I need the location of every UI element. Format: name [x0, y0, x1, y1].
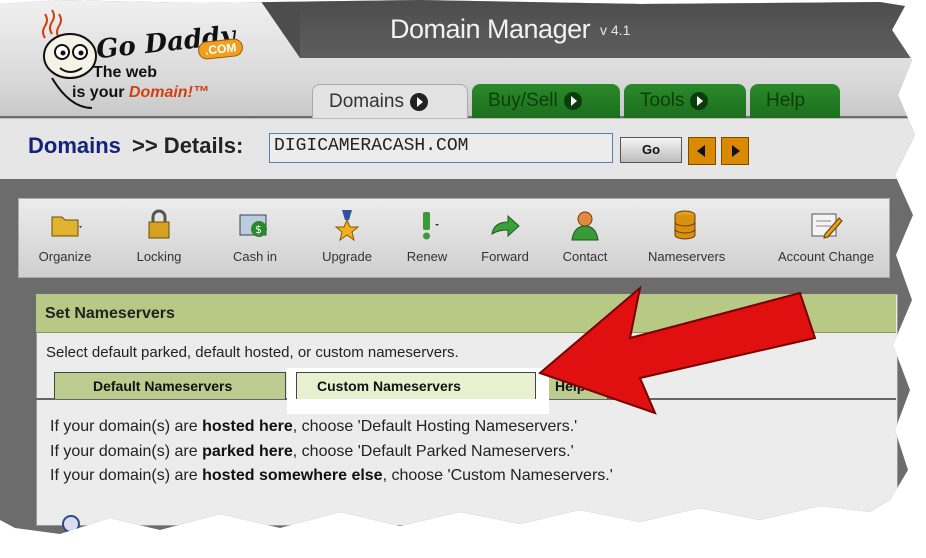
contact-person-icon — [571, 211, 599, 241]
toolbar-locking-button[interactable]: Locking — [122, 208, 196, 264]
red-annotation-arrow-icon — [538, 285, 817, 415]
tab-custom-nameservers[interactable]: Custom Nameservers — [296, 372, 536, 399]
toolbar-account-change-button[interactable]: Account Change — [776, 208, 876, 264]
toolbar-label: Contact — [562, 249, 608, 264]
breadcrumb-details: >> Details: — [132, 133, 244, 158]
tab-label: Tools — [640, 90, 685, 111]
toolbar-label: Forward — [481, 249, 529, 264]
play-arrow-icon — [409, 92, 428, 111]
domain-input[interactable]: DIGICAMERACASH.COM — [269, 133, 613, 163]
database-icon — [674, 210, 696, 240]
panel-description: Select default parked, default hosted, o… — [46, 344, 459, 361]
toolbar-label: Upgrade — [322, 249, 372, 264]
toolbar-cash-in-button[interactable]: $ Cash in — [218, 208, 292, 264]
toolbar-upgrade-button[interactable]: Upgrade — [310, 208, 384, 264]
toolbar-renew-button[interactable]: Renew — [390, 208, 464, 264]
radio-button-icon[interactable] — [62, 515, 80, 533]
domain-manager-window: Domain Manager v 4.1 Go Daddy .COM The w… — [0, 0, 915, 534]
tab-default-nameservers[interactable]: Default Nameservers — [54, 372, 286, 399]
medal-icon — [334, 210, 360, 242]
screenshot-frame: Domain Manager v 4.1 Go Daddy .COM The w… — [0, 0, 926, 558]
cash-in-icon: $ — [239, 214, 267, 237]
info-line-hosted-elsewhere: If your domain(s) are hosted somewhere e… — [50, 467, 613, 484]
tab-label: Buy/Sell — [488, 90, 558, 111]
toolbar-nameservers-button[interactable]: Nameservers — [648, 208, 726, 264]
renew-icon — [423, 212, 439, 240]
tab-tools[interactable]: Tools — [624, 84, 746, 118]
tab-domains[interactable]: Domains — [312, 84, 468, 118]
folder-icon — [51, 216, 82, 237]
tab-help[interactable]: Help — [750, 84, 840, 118]
app-version: v 4.1 — [600, 22, 631, 38]
toolbar-label: Cash in — [232, 249, 278, 264]
previous-domain-button[interactable] — [688, 137, 716, 165]
toolbar-contact-button[interactable]: Contact — [548, 208, 622, 264]
toolbar-label: Locking — [136, 249, 182, 264]
svg-text:$: $ — [255, 223, 262, 236]
tab-label: Domains — [329, 91, 404, 112]
toolbar-forward-button[interactable]: Forward — [468, 208, 542, 264]
tab-buy-sell[interactable]: Buy/Sell — [472, 84, 620, 118]
toolbar-label: Nameservers — [648, 249, 726, 264]
info-line-hosted-here: If your domain(s) are hosted here, choos… — [50, 418, 578, 435]
play-arrow-icon — [563, 91, 582, 110]
forward-arrow-icon — [491, 214, 520, 238]
toolbar-label: Organize — [38, 249, 92, 264]
app-title: Domain Manager — [390, 14, 591, 44]
next-domain-button[interactable] — [721, 137, 749, 165]
panel-title: Set Nameservers — [45, 305, 175, 322]
go-button[interactable]: Go — [620, 137, 682, 163]
play-arrow-icon — [690, 91, 709, 110]
info-line-parked-here: If your domain(s) are parked here, choos… — [50, 443, 574, 460]
lock-icon — [148, 209, 170, 239]
toolbar-organize-button[interactable]: Organize — [28, 208, 102, 264]
account-change-icon — [811, 213, 843, 239]
toolbar-label: Renew — [406, 249, 448, 264]
breadcrumb-domains-link[interactable]: Domains — [28, 133, 121, 159]
tab-label: Help — [766, 90, 806, 111]
toolbar-label: Account Change — [777, 249, 875, 264]
logo-tagline-2: is your Domain!™ — [72, 84, 209, 101]
logo-tagline-1: The web — [93, 64, 158, 81]
